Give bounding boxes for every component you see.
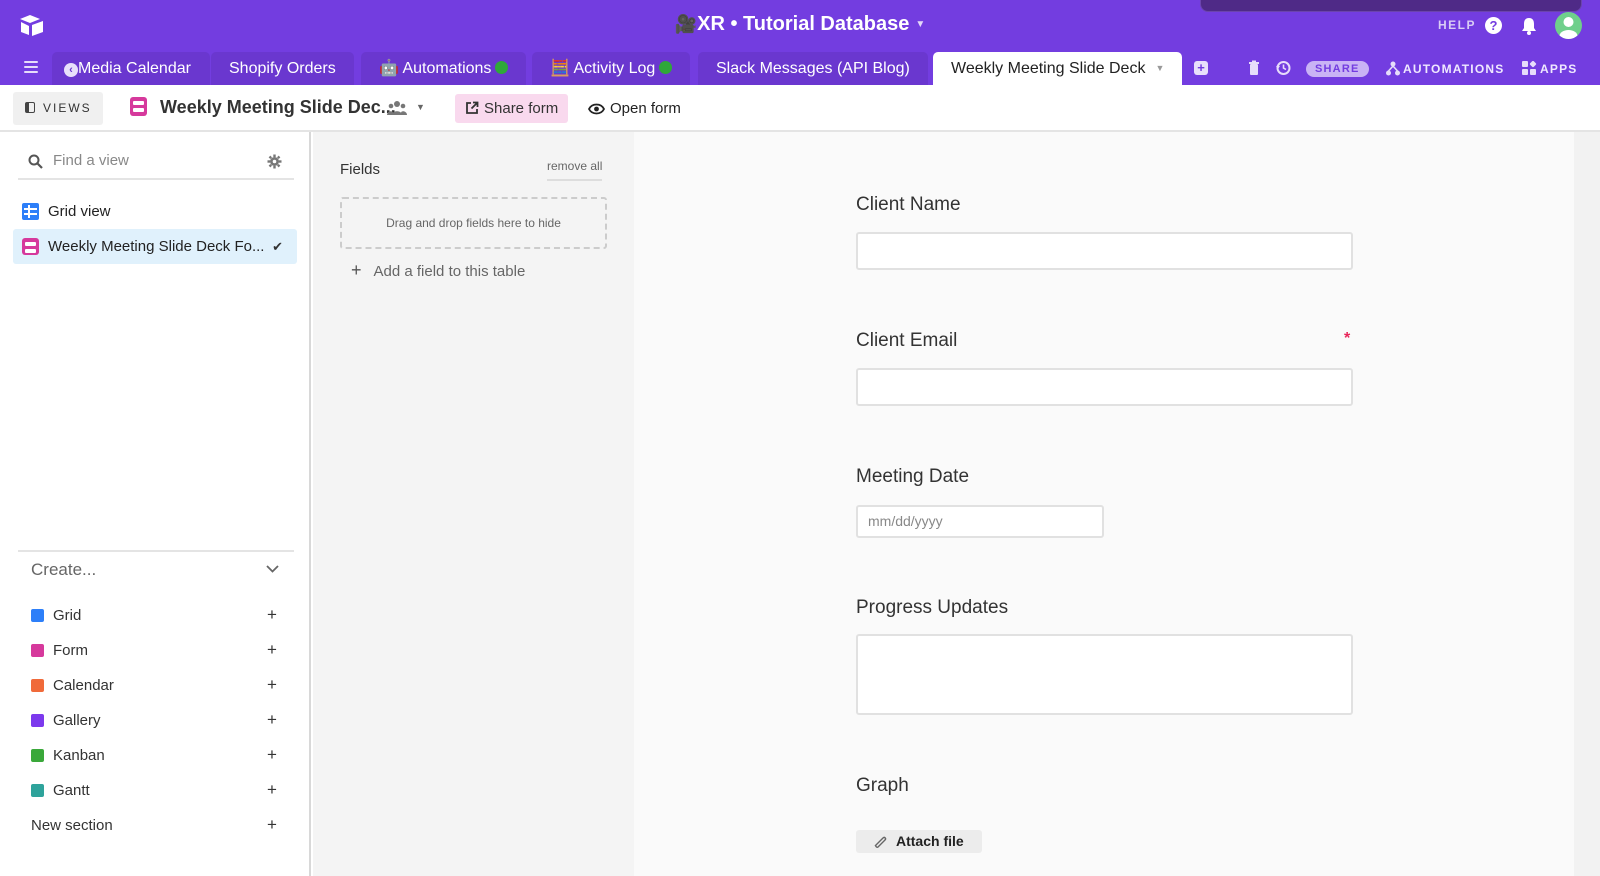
form-canvas: Client Name Client Email * Meeting Date … xyxy=(634,132,1574,876)
menu-icon[interactable] xyxy=(24,61,38,73)
plus-icon[interactable]: + xyxy=(267,815,277,835)
paperclip-icon xyxy=(874,836,887,848)
field-label-graph: Graph xyxy=(856,775,909,796)
form-icon xyxy=(31,644,44,657)
eye-icon xyxy=(587,103,606,115)
view-item-weekly-meeting-form[interactable]: Weekly Meeting Slide Deck Fo... ✔ xyxy=(13,229,297,264)
find-view-search[interactable]: Find a view xyxy=(18,146,294,180)
views-toggle-button[interactable]: VIEWS xyxy=(13,92,103,125)
field-label-client-email: Client Email xyxy=(856,330,958,351)
form-view-icon xyxy=(130,97,147,116)
gear-icon[interactable] xyxy=(267,154,282,169)
views-sidebar: Find a view Grid view Weekly Meeting Sli… xyxy=(0,132,311,876)
table-tabs: ‹ Media Calendar Shopify Orders 🤖 Automat… xyxy=(0,52,1600,85)
sidebar-toggle-icon xyxy=(25,102,35,113)
create-gallery-view[interactable]: Gallery + xyxy=(31,710,281,746)
gantt-icon xyxy=(31,784,44,797)
scroll-left-icon[interactable]: ‹ xyxy=(64,63,78,77)
share-button[interactable]: SHARE xyxy=(1306,61,1369,77)
automations-icon xyxy=(1386,61,1400,76)
plus-icon[interactable]: + xyxy=(267,640,277,660)
base-title[interactable]: 🎥XR • Tutorial Database ▼ xyxy=(0,13,1600,36)
plus-icon[interactable]: + xyxy=(267,745,277,765)
help-link[interactable]: HELP xyxy=(1438,18,1476,32)
calendar-icon xyxy=(31,679,44,692)
create-kanban-view[interactable]: Kanban + xyxy=(31,745,281,781)
search-icon xyxy=(28,154,43,169)
client-email-input[interactable] xyxy=(856,368,1353,406)
apps-icon xyxy=(1522,60,1537,75)
status-dot-icon xyxy=(495,61,509,74)
meeting-date-input[interactable]: mm/dd/yyyy xyxy=(856,505,1104,538)
field-label-meeting-date: Meeting Date xyxy=(856,466,970,487)
form-right-margin xyxy=(1574,132,1600,876)
tab-media-calendar[interactable]: ‹ Media Calendar xyxy=(52,52,210,85)
fields-title: Fields xyxy=(340,161,381,178)
plus-icon[interactable]: + xyxy=(267,675,277,695)
plus-icon[interactable]: + xyxy=(267,710,277,730)
help-icon[interactable]: ? xyxy=(1485,17,1502,34)
progress-updates-textarea[interactable] xyxy=(856,634,1353,715)
add-table-icon[interactable]: + xyxy=(1194,61,1208,75)
collaborative-view-icon xyxy=(387,101,407,115)
find-view-input[interactable]: Find a view xyxy=(53,152,129,169)
create-form-view[interactable]: Form + xyxy=(31,640,281,676)
create-section-header[interactable]: Create... xyxy=(31,560,96,580)
tab-weekly-meeting-slide-deck[interactable]: Weekly Meeting Slide Deck ▼ xyxy=(933,52,1183,85)
apps-button[interactable]: APPS xyxy=(1522,60,1577,77)
tab-activity-log[interactable]: 🧮 Activity Log xyxy=(532,52,691,85)
plus-icon[interactable]: + xyxy=(267,605,277,625)
checkmark-icon: ✔ xyxy=(272,239,283,254)
divider xyxy=(18,550,294,552)
form-view-icon xyxy=(22,238,39,255)
tab-automations[interactable]: 🤖 Automations xyxy=(361,52,527,85)
tab-slack-messages[interactable]: Slack Messages (API Blog) xyxy=(698,52,928,85)
grid-icon xyxy=(31,609,44,622)
notification-popover xyxy=(1200,0,1582,12)
hidden-fields-dropzone[interactable]: Drag and drop fields here to hide xyxy=(340,197,607,249)
create-calendar-view[interactable]: Calendar + xyxy=(31,675,281,711)
attach-file-button[interactable]: Attach file xyxy=(856,830,982,853)
open-form-button[interactable]: Open form xyxy=(587,94,681,123)
external-link-icon xyxy=(466,101,479,114)
field-label-progress-updates: Progress Updates xyxy=(856,597,1009,618)
create-gantt-view[interactable]: Gantt + xyxy=(31,780,281,816)
user-avatar[interactable] xyxy=(1555,12,1582,39)
fields-panel: Fields remove all Drag and drop fields h… xyxy=(313,132,634,876)
trash-icon[interactable] xyxy=(1246,60,1262,76)
chevron-down-icon[interactable]: ▼ xyxy=(1155,63,1164,73)
create-grid-view[interactable]: Grid + xyxy=(31,605,281,641)
chevron-down-icon[interactable] xyxy=(266,565,279,573)
gallery-icon xyxy=(31,714,44,727)
bell-icon[interactable] xyxy=(1520,16,1538,36)
camera-emoji-icon: 🎥 xyxy=(674,14,698,34)
view-bar: VIEWS Weekly Meeting Slide Dec... ▼ Shar… xyxy=(0,85,1600,132)
kanban-icon xyxy=(31,749,44,762)
automations-button[interactable]: AUTOMATIONS xyxy=(1386,61,1504,77)
plus-icon: + xyxy=(351,260,362,280)
field-label-client-name: Client Name xyxy=(856,194,961,215)
chevron-down-icon: ▼ xyxy=(915,19,926,31)
top-bar: 🎥XR • Tutorial Database ▼ HELP ? ‹ Media C… xyxy=(0,0,1600,85)
tab-shopify-orders[interactable]: Shopify Orders xyxy=(211,52,354,85)
share-form-button[interactable]: Share form xyxy=(455,94,569,123)
status-dot-icon xyxy=(659,61,673,74)
current-view-name[interactable]: Weekly Meeting Slide Dec... xyxy=(130,97,396,118)
grid-view-icon xyxy=(22,203,39,220)
add-field-button[interactable]: + Add a field to this table xyxy=(351,260,525,281)
history-icon[interactable] xyxy=(1275,60,1291,76)
view-item-grid-view[interactable]: Grid view xyxy=(13,194,297,229)
view-menu-chevron-icon[interactable]: ▼ xyxy=(416,102,425,112)
required-indicator: * xyxy=(1344,330,1351,347)
create-new-section[interactable]: New section + xyxy=(31,815,281,851)
plus-icon[interactable]: + xyxy=(267,780,277,800)
client-name-input[interactable] xyxy=(856,232,1353,270)
remove-all-button[interactable]: remove all xyxy=(547,159,603,181)
